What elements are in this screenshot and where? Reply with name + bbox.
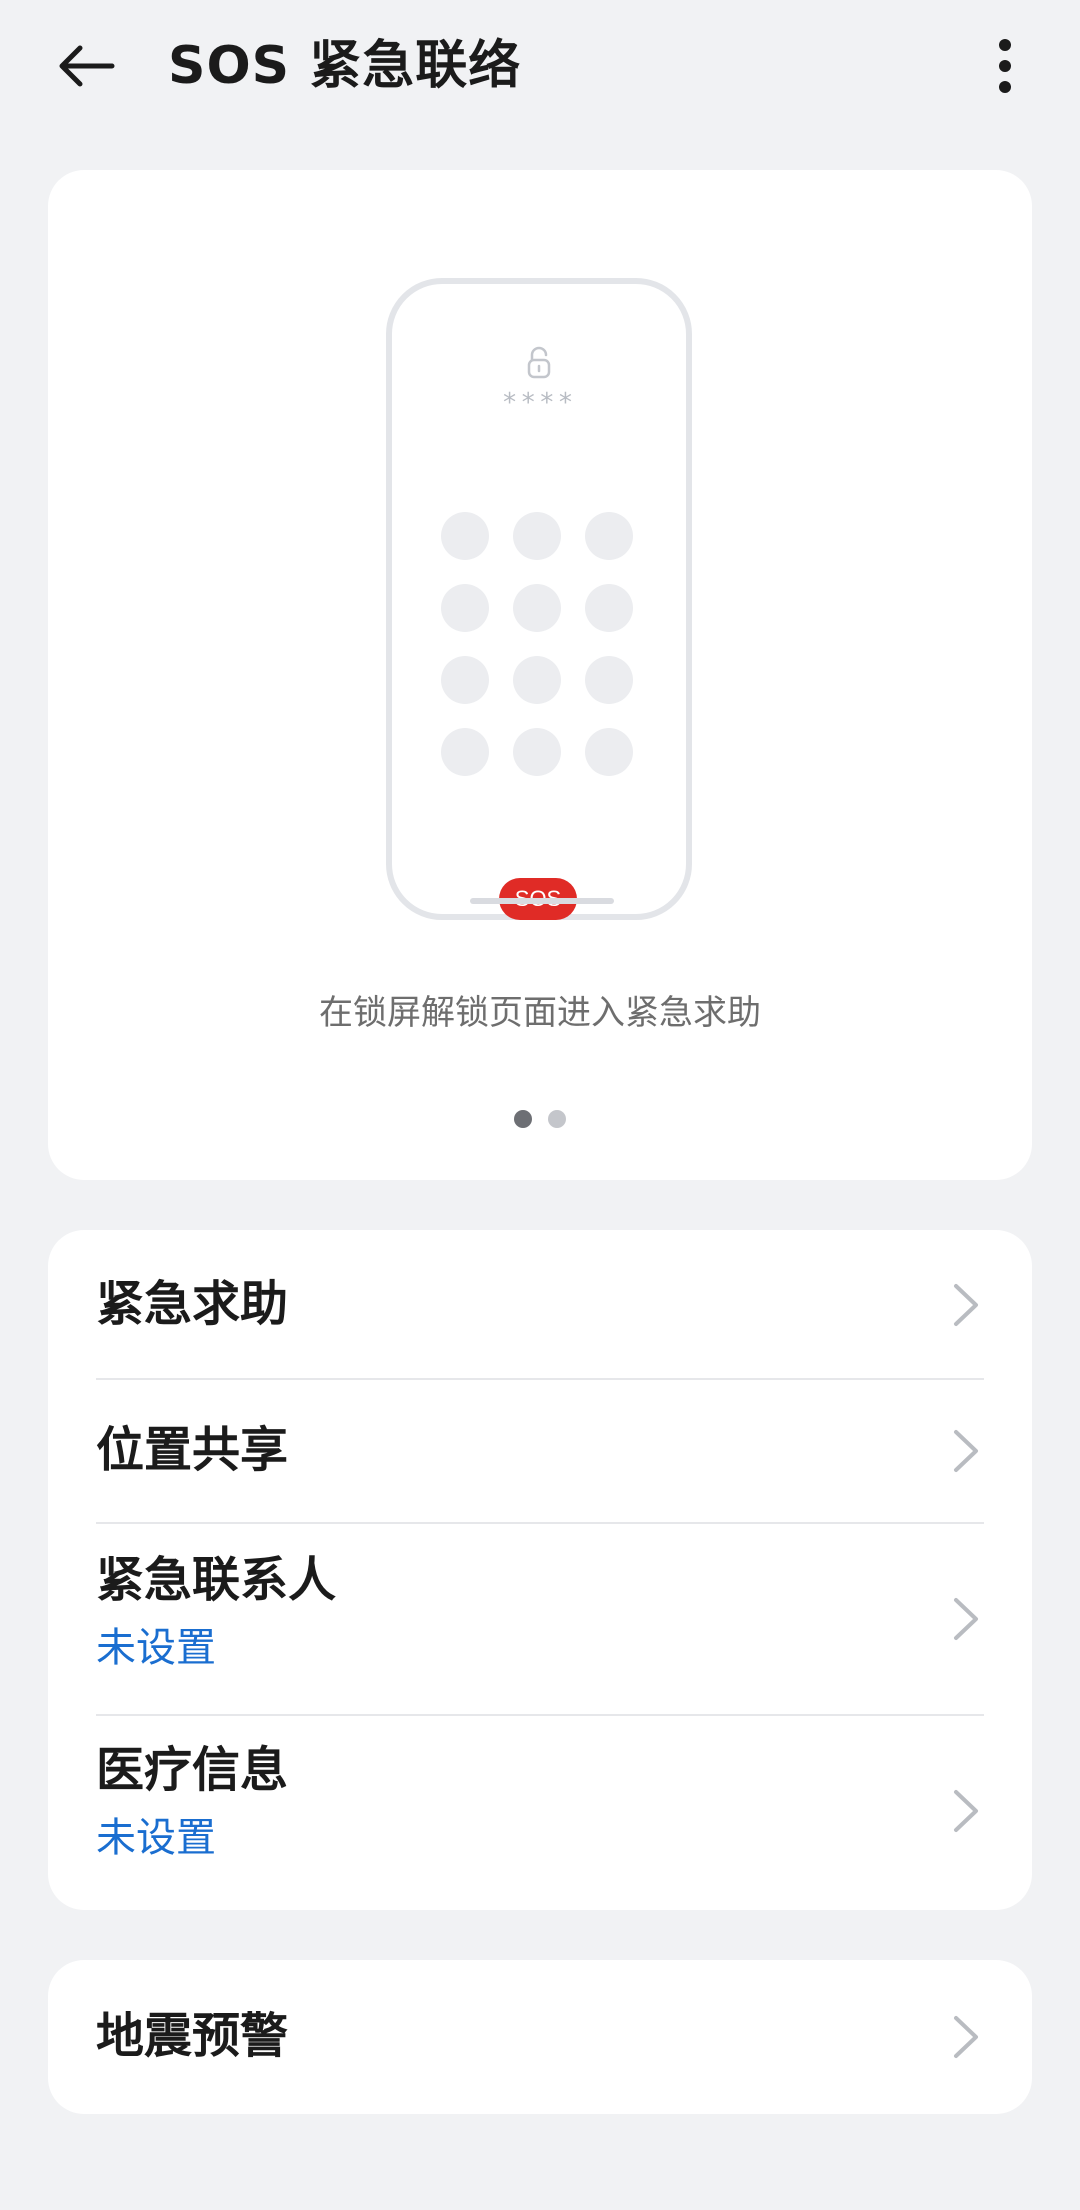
more-vertical-icon xyxy=(999,39,1011,93)
list-item-location-sharing[interactable]: 位置共享 xyxy=(48,1380,1032,1524)
chevron-right-icon xyxy=(954,1430,978,1472)
lock-icon xyxy=(527,346,551,379)
carousel-page-indicator xyxy=(48,1110,1032,1128)
keypad-key xyxy=(441,584,489,632)
guide-caption: 在锁屏解锁页面进入紧急求助 xyxy=(319,993,761,1033)
page-dot-active[interactable] xyxy=(514,1110,532,1128)
earthquake-warning-card: 地震预警 xyxy=(48,1960,1032,2114)
chevron-right-icon xyxy=(954,1284,978,1326)
keypad-key xyxy=(441,728,489,776)
list-item-status: 未设置 xyxy=(96,1625,216,1671)
phone-illustration: **** SOS xyxy=(386,278,692,920)
keypad-key xyxy=(585,728,633,776)
keypad-key xyxy=(441,512,489,560)
chevron-right-icon xyxy=(954,1790,978,1832)
list-item-status: 未设置 xyxy=(96,1815,216,1861)
settings-list-card: 紧急求助 位置共享 紧急联系人 未设置 医疗信息 未设置 xyxy=(48,1230,1032,1910)
list-item-title: 地震预警 xyxy=(96,2008,289,2064)
page-title: SOS 紧急联络 xyxy=(168,36,522,96)
list-item-medical-info[interactable]: 医疗信息 未设置 xyxy=(48,1716,1032,1910)
back-button[interactable] xyxy=(48,30,124,102)
keypad-key xyxy=(513,584,561,632)
list-item-title: 紧急联系人 xyxy=(96,1552,337,1608)
chevron-right-icon xyxy=(954,1598,978,1640)
keypad-key xyxy=(441,656,489,704)
page-dot[interactable] xyxy=(548,1110,566,1128)
keypad-key xyxy=(585,584,633,632)
list-item-title: 位置共享 xyxy=(96,1422,289,1478)
top-app-bar: SOS 紧急联络 xyxy=(0,0,1080,140)
keypad-key xyxy=(585,512,633,560)
home-indicator xyxy=(470,898,614,904)
more-options-button[interactable] xyxy=(970,30,1040,102)
keypad-key xyxy=(585,656,633,704)
chevron-right-icon xyxy=(954,2016,978,2058)
list-item-title: 紧急求助 xyxy=(96,1276,289,1332)
list-item-emergency-sos[interactable]: 紧急求助 xyxy=(48,1230,1032,1380)
list-item-earthquake-warning[interactable]: 地震预警 xyxy=(48,1960,1032,2114)
pin-mask: **** xyxy=(501,388,577,418)
keypad-key xyxy=(513,656,561,704)
arrow-left-icon xyxy=(59,45,115,87)
sos-guide-card: **** SOS 在锁屏解锁页面进入紧急求助 xyxy=(48,170,1032,1180)
keypad-key xyxy=(513,512,561,560)
list-item-title: 医疗信息 xyxy=(96,1742,289,1798)
list-item-emergency-contacts[interactable]: 紧急联系人 未设置 xyxy=(48,1524,1032,1716)
keypad-key xyxy=(513,728,561,776)
